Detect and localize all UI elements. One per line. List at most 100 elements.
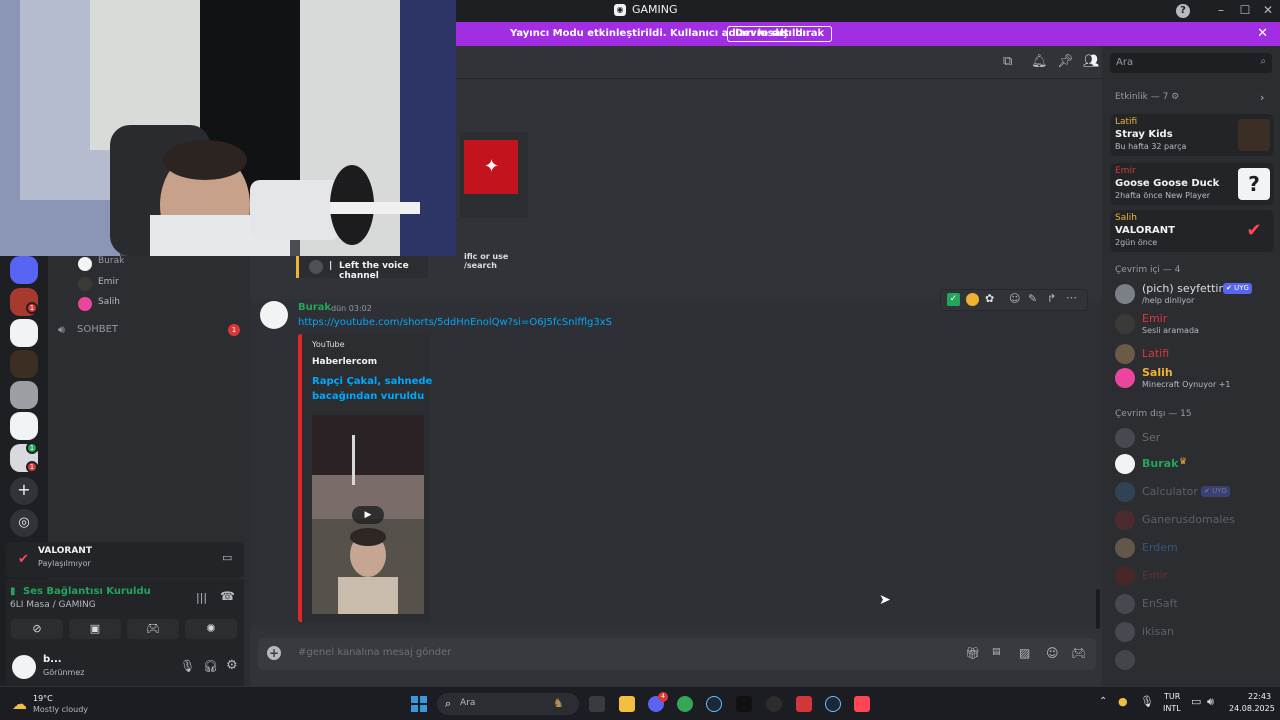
voice-status[interactable]: Ses Bağlantısı Kuruldu <box>23 586 151 597</box>
activity-card-3[interactable]: Salih VALORANT 2gün önce ✔︎ <box>1110 210 1274 252</box>
disconnect-icon[interactable]: ☎︎ <box>220 589 235 603</box>
voice-member-salih[interactable]: Salih <box>78 296 238 312</box>
chat-scrollbar[interactable] <box>1096 589 1100 629</box>
voice-member-burak[interactable]: Burak <box>78 256 238 272</box>
member-latifi[interactable]: Latifi <box>1115 342 1275 366</box>
message-input[interactable]: #genel kanalına mesaj gönder <box>298 647 451 658</box>
settings-gear-icon[interactable]: ⚙︎ <box>226 658 238 673</box>
member-emir[interactable]: Emir Sesli aramada <box>1115 312 1275 336</box>
member-offline-9[interactable] <box>1115 648 1275 672</box>
search-input[interactable]: Ara ⌕ <box>1110 53 1272 73</box>
more-icon[interactable]: ⋯ <box>1066 291 1077 304</box>
clock-time[interactable]: 22:43 <box>1248 692 1271 701</box>
emoji-reaction-icon[interactable] <box>966 293 979 306</box>
activities-icon[interactable]: 🎮︎ <box>1071 646 1086 660</box>
member-offline-7[interactable]: EnSaft <box>1115 592 1275 616</box>
help-icon[interactable]: ? <box>1176 4 1190 18</box>
add-server-icon[interactable]: + <box>10 477 38 505</box>
members-icon[interactable]: 👥︎ <box>1083 54 1100 69</box>
member-offline-1[interactable]: Ser <box>1115 426 1275 450</box>
member-offline-6[interactable]: Emir <box>1115 564 1275 588</box>
embed-author[interactable]: Haberlercom <box>312 357 377 367</box>
activity-card-1[interactable]: Latifi Stray Kids Bu hafta 32 parça <box>1110 114 1274 156</box>
pin-icon[interactable]: 📌︎ <box>1057 54 1074 69</box>
activity-card-2[interactable]: Emir Goose Goose Duck 2hafta önce New Pl… <box>1110 163 1274 205</box>
embed-title-line1[interactable]: Rapçi Çakal, sahnede <box>312 376 432 387</box>
valorant-taskbar-icon[interactable] <box>854 696 870 712</box>
weather-temp[interactable]: 19°C <box>33 694 53 703</box>
weather-desc[interactable]: Mostly cloudy <box>33 705 88 714</box>
embed-thumbnail[interactable]: ✦ <box>464 140 518 194</box>
close-window-button[interactable]: ✕ <box>1260 3 1276 17</box>
server-icon-4[interactable] <box>10 350 38 378</box>
member-burak[interactable]: Burak ♛ <box>1115 452 1275 476</box>
windows-start-icon[interactable] <box>411 696 427 712</box>
bell-icon[interactable]: 🔔︎ <box>1031 54 1048 69</box>
soundboard-button[interactable]: ✺ <box>185 619 237 639</box>
embed-title-line2[interactable]: bacağından vuruldu <box>312 391 424 402</box>
chevron-up-icon[interactable]: ⌃ <box>1099 696 1107 707</box>
edit-icon[interactable]: ✎ <box>1028 292 1037 305</box>
clock-date[interactable]: 24.08.2025 <box>1229 704 1275 713</box>
play-icon[interactable]: ▶ <box>352 506 384 524</box>
microphone-icon[interactable]: 🎙︎ <box>180 659 195 673</box>
avatar[interactable] <box>260 301 288 329</box>
server-icon-6[interactable] <box>10 412 38 440</box>
task-view-icon[interactable] <box>589 696 605 712</box>
minimize-button[interactable]: – <box>1213 3 1229 17</box>
noise-suppression-icon[interactable]: ||| <box>196 591 207 604</box>
app-reaction-icon[interactable]: ✿ <box>985 292 994 305</box>
app-icon-2[interactable] <box>766 696 782 712</box>
screen-share-button[interactable]: ▣ <box>69 619 121 639</box>
member-erdem[interactable]: Erdem <box>1115 536 1275 560</box>
gear-icon[interactable]: ⚙︎ <box>1171 92 1179 102</box>
sticker-icon[interactable]: ▨ <box>1019 646 1030 660</box>
microphone-tray-icon[interactable]: 🎙︎ <box>1140 695 1154 708</box>
voice-member-emir[interactable]: Emir <box>78 276 238 292</box>
chevron-right-icon[interactable]: › <box>1260 91 1264 104</box>
threads-icon[interactable]: ⧉ <box>1003 54 1012 69</box>
headphones-icon[interactable]: 🎧︎ <box>203 659 218 673</box>
gif-icon[interactable]: ▤ <box>992 647 1001 657</box>
add-reaction-icon[interactable]: ☺ <box>1009 292 1020 305</box>
banner-close-icon[interactable]: ✕ <box>1257 26 1268 41</box>
voice-channel[interactable]: 6LI Masa / GAMING <box>10 600 96 610</box>
emoji-icon[interactable]: ☺ <box>1046 646 1059 660</box>
steam-icon[interactable] <box>706 696 722 712</box>
gift-icon[interactable]: 🎁︎ <box>965 646 980 660</box>
steam-icon-2[interactable] <box>825 696 841 712</box>
member-seyfettin[interactable]: (pich) seyfettin ✔ UYG /help dinliyor <box>1115 282 1275 306</box>
chrome-icon[interactable] <box>677 696 693 712</box>
explore-icon[interactable]: ◎ <box>10 509 38 537</box>
message-link[interactable]: https://youtube.com/shorts/5ddHnEnolQw?s… <box>298 317 612 328</box>
message-author[interactable]: Burak <box>298 302 331 313</box>
server-icon-3[interactable] <box>10 319 38 347</box>
disable-streamer-mode-button[interactable]: Devre dışı bırak <box>727 26 833 42</box>
member-calculator[interactable]: Calculator ✔ UYG <box>1115 480 1275 504</box>
member-offline-4[interactable]: Ganerusdomales <box>1115 508 1275 532</box>
server-icon-discord-bot[interactable] <box>10 256 38 284</box>
weather-icon[interactable]: ☁︎ <box>12 695 27 713</box>
member-offline-8[interactable]: ikisan <box>1115 620 1275 644</box>
check-reaction-icon[interactable]: ✓ <box>947 293 960 306</box>
channel-sohbet[interactable]: 🔊︎ SOHBET 1 <box>58 323 242 339</box>
language-2[interactable]: INTL <box>1163 704 1181 713</box>
camera-off-button[interactable]: ⊘ <box>11 619 63 639</box>
app-icon-3[interactable] <box>796 696 812 712</box>
embed-video-thumbnail[interactable]: ▶ <box>312 415 424 614</box>
app-icon-1[interactable] <box>736 696 752 712</box>
file-explorer-icon[interactable] <box>619 696 635 712</box>
maximize-button[interactable]: ☐ <box>1237 3 1253 17</box>
user-name[interactable]: b... <box>43 654 62 665</box>
network-icon[interactable]: ▭ <box>1191 695 1201 708</box>
activities-button[interactable]: 🎮︎ <box>127 619 179 639</box>
screen-share-icon[interactable]: ▭ <box>222 551 232 564</box>
embed-provider[interactable]: YouTube <box>312 340 345 349</box>
tray-icon-1[interactable]: ● <box>1118 695 1128 708</box>
volume-icon[interactable]: 🔊︎ <box>1207 695 1214 709</box>
language-1[interactable]: TUR <box>1164 692 1180 701</box>
taskbar-search[interactable]: ⌕ Ara ♞ <box>437 693 579 715</box>
attach-icon[interactable]: + <box>267 646 281 660</box>
member-salih[interactable]: Salih Minecraft Oynuyor +1 <box>1115 366 1275 390</box>
avatar[interactable] <box>12 655 36 679</box>
